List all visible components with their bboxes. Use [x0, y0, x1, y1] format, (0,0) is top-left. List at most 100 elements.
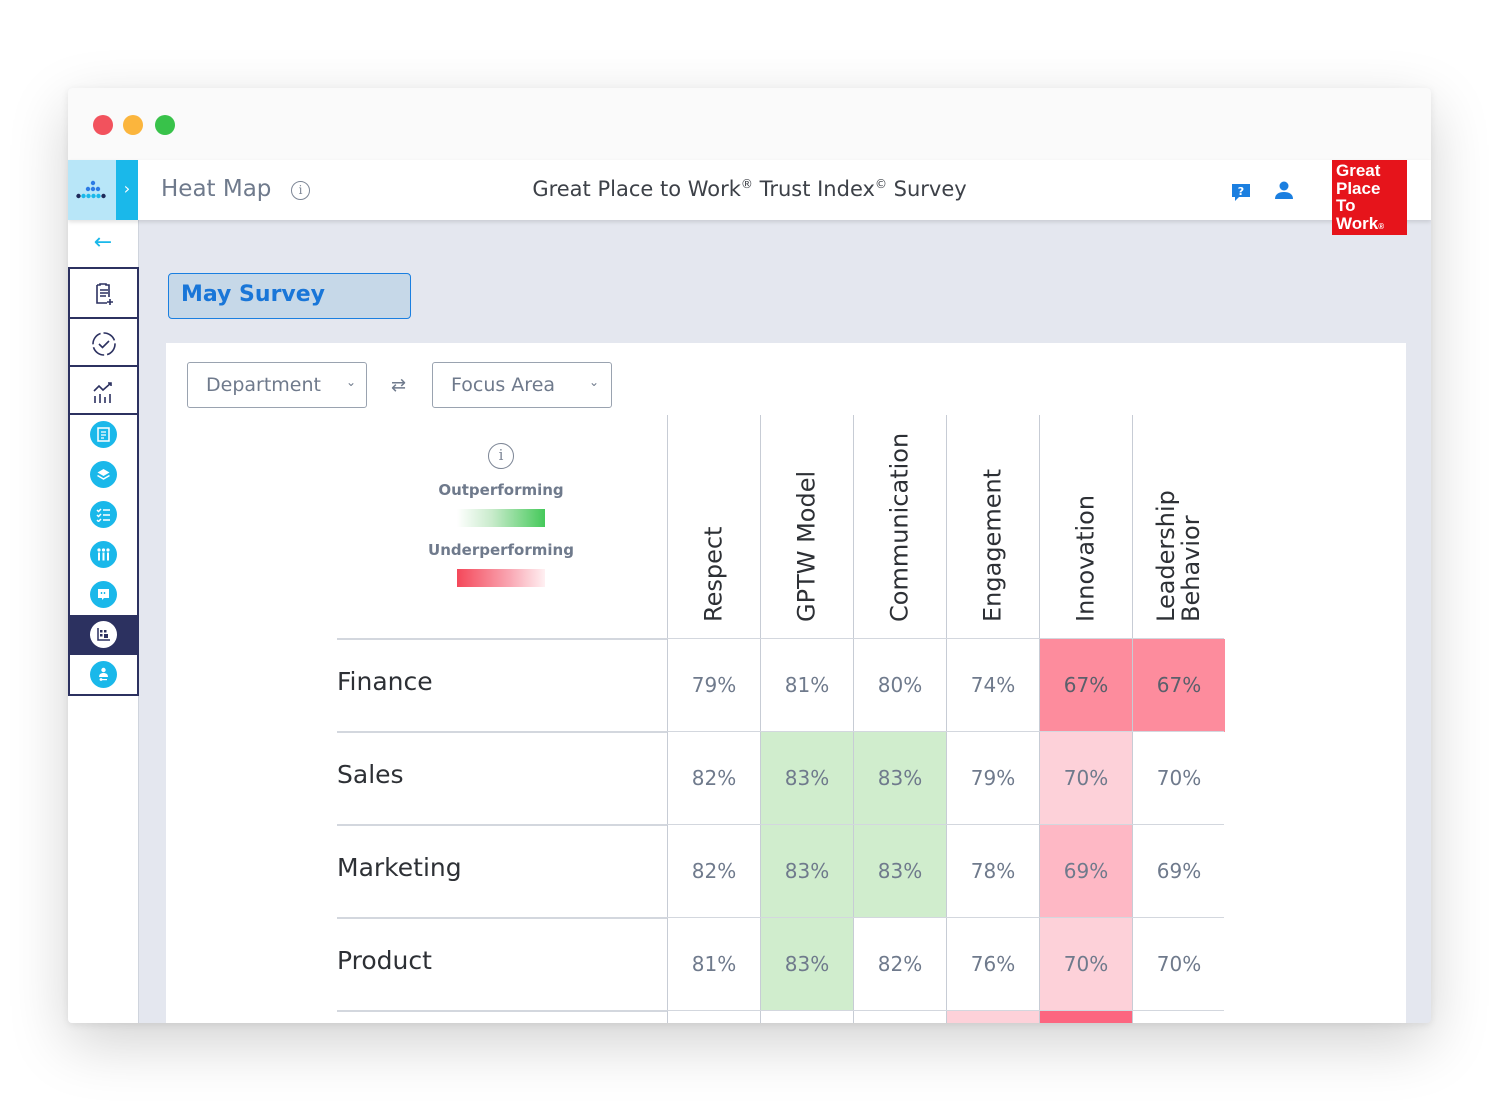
logo-line: To: [1336, 196, 1356, 215]
column-header[interactable]: Respect: [667, 415, 760, 640]
row-label[interactable]: Finance: [337, 667, 433, 696]
legend-underperforming-label: Underperforming: [428, 541, 574, 559]
heatmap-cell[interactable]: 67%: [1132, 639, 1225, 732]
heatmap-cell[interactable]: 74%: [946, 639, 1039, 732]
back-button[interactable]: ←: [68, 220, 138, 268]
heatmap-cell[interactable]: 83%: [760, 732, 853, 825]
app-header: › Heat Map i Great Place to Work® Trust …: [68, 160, 1431, 235]
heatmap-cell[interactable]: 76%: [946, 918, 1039, 1011]
heatmap-cell-partial: [853, 1011, 946, 1023]
heatmap-card: Department ⌄ ⇄ Focus Area ⌄ i Outperform…: [166, 343, 1406, 1023]
main-content: May Survey Department ⌄ ⇄ Focus Area ⌄ i…: [139, 220, 1431, 1023]
sidebar-item-analytics[interactable]: [68, 365, 139, 415]
sidebar-item-comments[interactable]: [70, 575, 137, 615]
heatmap-cell[interactable]: 83%: [760, 918, 853, 1011]
window-close-button[interactable]: [93, 115, 113, 135]
column-header[interactable]: Leadership Behavior: [1132, 415, 1225, 640]
heatmap-cell[interactable]: 83%: [853, 732, 946, 825]
heatmap-cell[interactable]: 82%: [667, 732, 760, 825]
logo-line: Place: [1336, 178, 1381, 198]
swap-arrows-icon[interactable]: ⇄: [391, 375, 406, 396]
survey-title-part: Great Place to Work: [532, 177, 741, 201]
heatmap-cell[interactable]: 83%: [760, 825, 853, 918]
arrow-left-icon: ←: [93, 230, 113, 255]
user-key-icon: [99, 667, 108, 681]
heatmap-cell[interactable]: 78%: [946, 825, 1039, 918]
heatmap-cell[interactable]: 70%: [1132, 732, 1225, 825]
check-circle-dashed-icon: [92, 332, 116, 356]
sidebar-item-status[interactable]: [68, 317, 139, 367]
heatmap-cell[interactable]: 82%: [853, 918, 946, 1011]
survey-title: Great Place to Work® Trust Index© Survey: [68, 177, 1431, 201]
window-minimize-button[interactable]: [123, 115, 143, 135]
document-list-icon: [97, 427, 110, 442]
app-window: › Heat Map i Great Place to Work® Trust …: [68, 88, 1431, 1023]
sidebar: ←: [68, 220, 139, 1023]
heatmap-cell[interactable]: 69%: [1132, 825, 1225, 918]
heatmap-cell[interactable]: 70%: [1039, 732, 1132, 825]
column-header[interactable]: Innovation: [1039, 415, 1132, 640]
row-label[interactable]: Marketing: [337, 853, 462, 882]
heatmap-cell[interactable]: 70%: [1132, 918, 1225, 1011]
heatmap-cell[interactable]: 79%: [667, 639, 760, 732]
column-header[interactable]: Communication: [853, 415, 946, 640]
column-header[interactable]: GPTW Model: [760, 415, 853, 640]
chart-trend-icon: [93, 382, 112, 403]
info-icon[interactable]: i: [488, 443, 514, 469]
column-header-label: GPTW Model: [792, 470, 821, 622]
chevron-down-icon: ⌄: [345, 375, 356, 389]
heatmap-cell[interactable]: 80%: [853, 639, 946, 732]
layers-icon: [97, 469, 110, 480]
registered-mark: ®: [740, 177, 753, 191]
gptw-logo: Great Place To Work®: [1332, 160, 1407, 235]
row-label[interactable]: Product: [337, 946, 432, 975]
heatmap-cell[interactable]: 67%: [1039, 639, 1132, 732]
comment-quote-icon: [98, 589, 109, 600]
svg-text:?: ?: [1238, 185, 1244, 198]
sidebar-item-user-access[interactable]: [70, 655, 137, 695]
user-icon[interactable]: [1273, 180, 1295, 206]
logo-line: Great: [1336, 161, 1381, 180]
sidebar-item-documents[interactable]: [70, 415, 137, 455]
heatmap-cell-partial: [760, 1011, 853, 1023]
clipboard-add-icon: [96, 283, 113, 305]
heatmap-cell[interactable]: 83%: [853, 825, 946, 918]
logo-line: Work®: [1336, 213, 1407, 236]
heatmap-cell[interactable]: 81%: [760, 639, 853, 732]
survey-title-part: Survey: [886, 177, 967, 201]
window-maximize-button[interactable]: [155, 115, 175, 135]
heatmap-cell-partial: [946, 1011, 1039, 1023]
heatmap-cell[interactable]: 79%: [946, 732, 1039, 825]
sidebar-item-new-survey[interactable]: [68, 267, 139, 319]
heatmap-cell[interactable]: 69%: [1039, 825, 1132, 918]
column-dimension-value: Focus Area: [451, 374, 556, 396]
heatmap-icon: [97, 628, 110, 641]
chat-help-icon[interactable]: ?: [1230, 182, 1252, 208]
sidebar-item-checklist[interactable]: [70, 495, 137, 535]
column-header-label: Leadership Behavior: [1152, 490, 1205, 622]
sidebar-item-layers[interactable]: [70, 455, 137, 495]
heatmap-cell[interactable]: 82%: [667, 825, 760, 918]
chevron-down-icon: ⌄: [588, 375, 599, 389]
column-header-label: Innovation: [1071, 494, 1100, 622]
checklist-icon: [96, 508, 110, 522]
sidebar-item-heatmap[interactable]: [70, 615, 137, 655]
column-header[interactable]: Engagement: [946, 415, 1039, 640]
heatmap-cell-partial: [1039, 1011, 1132, 1023]
row-dimension-value: Department: [206, 374, 321, 396]
column-header-label: Respect: [699, 526, 728, 622]
sidebar-item-people[interactable]: [70, 535, 137, 575]
people-group-icon: [97, 548, 110, 561]
survey-title-part: Trust Index: [752, 177, 875, 201]
row-dimension-select[interactable]: Department ⌄: [187, 362, 367, 408]
survey-selector[interactable]: May Survey: [168, 273, 411, 319]
copyright-mark: ©: [874, 177, 887, 191]
logo-line-text: Work: [1336, 213, 1379, 233]
logo-registered-mark: ®: [1378, 221, 1385, 231]
heatmap-cell-partial: [1132, 1011, 1225, 1023]
heatmap-legend: i Outperforming Underperforming: [406, 443, 596, 587]
column-dimension-select[interactable]: Focus Area ⌄: [432, 362, 612, 408]
heatmap-cell[interactable]: 81%: [667, 918, 760, 1011]
heatmap-cell[interactable]: 70%: [1039, 918, 1132, 1011]
row-label[interactable]: Sales: [337, 760, 404, 789]
